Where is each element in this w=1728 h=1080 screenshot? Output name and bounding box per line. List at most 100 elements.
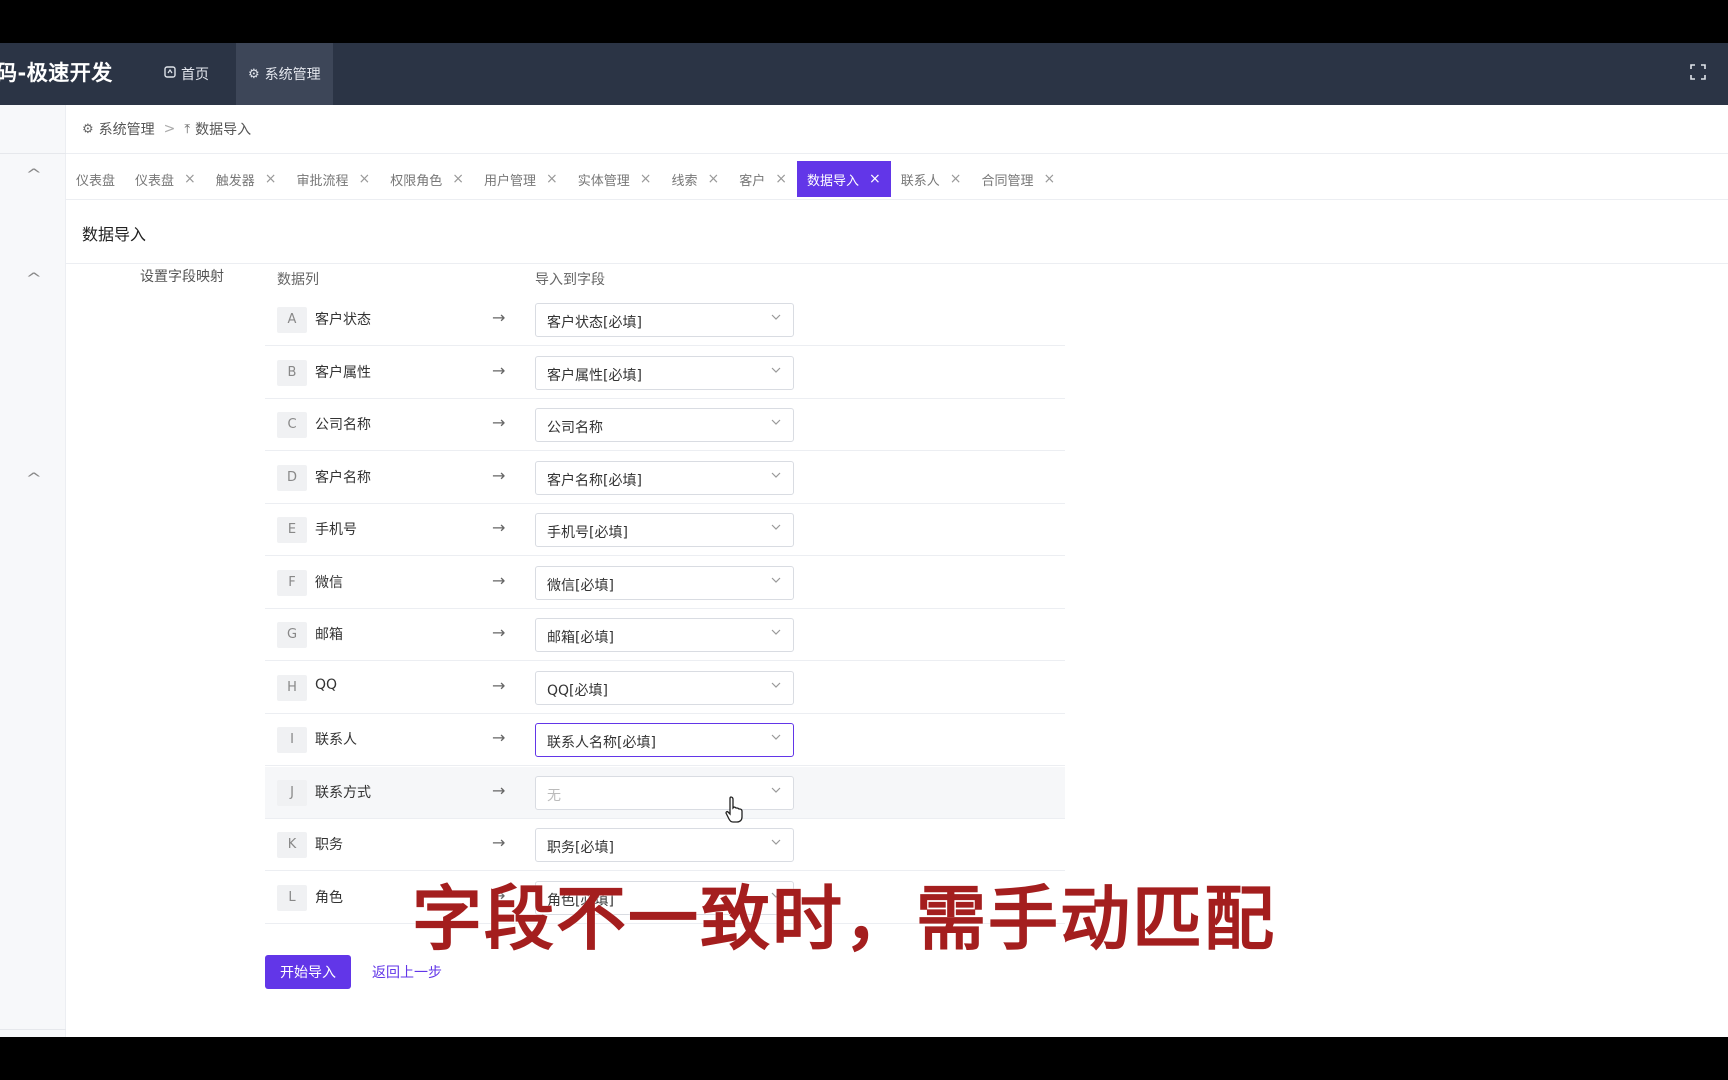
close-icon[interactable]: × — [775, 171, 787, 187]
tab-item[interactable]: 联系人 × — [891, 161, 972, 197]
arrow-right-icon: → — [492, 465, 506, 485]
mapping-row: H QQ → QQ[必填] — [265, 662, 1065, 714]
column-letter: E — [277, 517, 307, 543]
column-letter: A — [277, 307, 307, 333]
tab-item[interactable]: 仪表盘 — [66, 161, 125, 197]
chevron-down-icon — [771, 314, 781, 320]
hand-cursor-icon — [725, 796, 743, 823]
data-column-name: 联系人 — [315, 732, 357, 748]
column-letter: L — [277, 884, 307, 911]
tab-item[interactable]: 仪表盘 × — [125, 161, 206, 197]
close-icon[interactable]: × — [546, 171, 558, 187]
dashboard-icon — [164, 66, 176, 82]
chevron-up-icon[interactable]: ^ — [26, 167, 42, 183]
tab-item[interactable]: 客户 × — [729, 161, 797, 197]
breadcrumb-item: 数据导入 — [195, 122, 252, 138]
tab-label: 联系人 — [900, 173, 940, 189]
field-select[interactable]: 手机号[必填] — [535, 513, 794, 547]
field-select[interactable]: 联系人名称[必填] — [535, 723, 794, 757]
column-letter: J — [277, 779, 307, 806]
tab-item[interactable]: 线索 × — [662, 161, 730, 197]
close-icon[interactable]: × — [452, 171, 464, 187]
data-column-name: 客户名称 — [315, 469, 371, 486]
nav-home[interactable]: 首页 — [152, 43, 221, 105]
close-icon[interactable]: × — [708, 171, 720, 187]
data-column-name: 角色 — [315, 889, 343, 906]
tab-item[interactable]: 权限角色 × — [380, 161, 474, 197]
arrow-right-icon: → — [492, 308, 506, 327]
arrow-right-icon: → — [492, 360, 506, 380]
tab-label: 客户 — [739, 173, 766, 189]
column-letter: H — [277, 674, 307, 701]
section-label: 设置字段映射 — [140, 269, 224, 285]
tab-label: 数据导入 — [807, 173, 860, 189]
left-gutter: ^ ^ ^ — [0, 105, 66, 1037]
chevron-down-icon — [771, 734, 781, 740]
field-select-value: 微信[必填] — [547, 577, 614, 594]
column-letter: G — [277, 622, 307, 648]
field-select[interactable]: QQ[必填] — [535, 670, 794, 705]
field-select[interactable]: 无 — [535, 775, 794, 810]
data-column-name: 微信 — [315, 574, 343, 591]
tab-label: 仪表盘 — [76, 173, 116, 189]
close-icon[interactable]: × — [640, 171, 652, 187]
arrow-right-icon: → — [492, 833, 506, 852]
column-letter: F — [277, 569, 307, 596]
mapping-row: J 联系方式 → 无 — [265, 766, 1065, 819]
tab-label: 审批流程 — [296, 173, 349, 189]
chevron-up-icon[interactable]: ^ — [26, 271, 42, 287]
arrow-right-icon: → — [492, 728, 506, 747]
close-icon[interactable]: × — [869, 171, 881, 187]
top-navbar: 码-极速开发 首页 ⚙ 系统管理 — [0, 43, 1728, 105]
fullscreen-icon[interactable] — [1690, 64, 1706, 80]
field-select[interactable]: 邮箱[必填] — [535, 618, 794, 652]
tab-label: 触发器 — [215, 173, 255, 189]
field-select[interactable]: 客户属性[必填] — [535, 355, 794, 390]
mapping-row: I 联系人 → 联系人名称[必填] — [265, 714, 1065, 766]
field-select[interactable]: 微信[必填] — [535, 565, 794, 600]
arrow-right-icon: → — [492, 623, 506, 642]
field-select[interactable]: 客户状态[必填] — [535, 303, 794, 337]
tab-item[interactable]: 合同管理 × — [972, 161, 1066, 197]
nav-system-management[interactable]: ⚙ 系统管理 — [236, 43, 333, 105]
tab-item[interactable]: 用户管理 × — [474, 161, 568, 197]
arrow-right-icon: → — [492, 675, 506, 695]
arrow-right-icon: → — [492, 780, 506, 800]
close-icon[interactable]: × — [359, 171, 371, 187]
back-link[interactable]: 返回上一步 — [372, 962, 442, 982]
field-select-value: QQ[必填] — [547, 682, 608, 699]
field-select[interactable]: 公司名称 — [535, 408, 794, 442]
gear-icon: ⚙ — [82, 121, 94, 137]
column-header-data: 数据列 — [277, 272, 319, 288]
close-icon[interactable]: × — [265, 171, 277, 187]
tab-bar: 仪表盘 仪表盘 × 触发器 × 审批流程 × 权限角色 × 用户管理 × 实体管理 × 线索 × 客户 × 数据导… — [66, 161, 1065, 197]
column-letter: D — [277, 464, 307, 491]
field-select[interactable]: 职务[必填] — [535, 828, 794, 862]
close-icon[interactable]: × — [950, 171, 962, 187]
field-select[interactable]: 客户名称[必填] — [535, 460, 794, 495]
chevron-down-icon — [771, 629, 781, 635]
tab-item[interactable]: 实体管理 × — [568, 161, 662, 197]
close-icon[interactable]: × — [1044, 171, 1056, 187]
upload-icon: ⤒ — [184, 121, 191, 137]
breadcrumb: ⚙ 系统管理 > ⤒ 数据导入 — [82, 105, 251, 153]
mapping-row: D 客户名称 → 客户名称[必填] — [265, 452, 1065, 504]
close-icon[interactable]: × — [184, 171, 196, 187]
field-select-value: 客户名称[必填] — [547, 472, 642, 489]
nav-system-label: 系统管理 — [264, 67, 321, 83]
page-title: 数据导入 — [82, 225, 147, 244]
tab-label: 用户管理 — [484, 173, 537, 189]
tab-item[interactable]: 触发器 × — [206, 161, 287, 197]
data-column-name: 联系方式 — [315, 784, 371, 801]
tab-item[interactable]: 审批流程 × — [287, 161, 381, 197]
arrow-right-icon: → — [492, 518, 506, 537]
field-select-value: 公司名称 — [547, 420, 603, 436]
tab-item[interactable]: 数据导入 × — [797, 161, 891, 197]
chevron-up-icon[interactable]: ^ — [26, 471, 42, 487]
start-import-button[interactable]: 开始导入 — [265, 955, 351, 989]
tab-label: 实体管理 — [577, 173, 630, 189]
data-column-name: 手机号 — [315, 522, 357, 538]
chevron-down-icon — [771, 367, 781, 373]
breadcrumb-item[interactable]: 系统管理 — [99, 119, 155, 139]
tab-label: 仪表盘 — [135, 173, 175, 189]
